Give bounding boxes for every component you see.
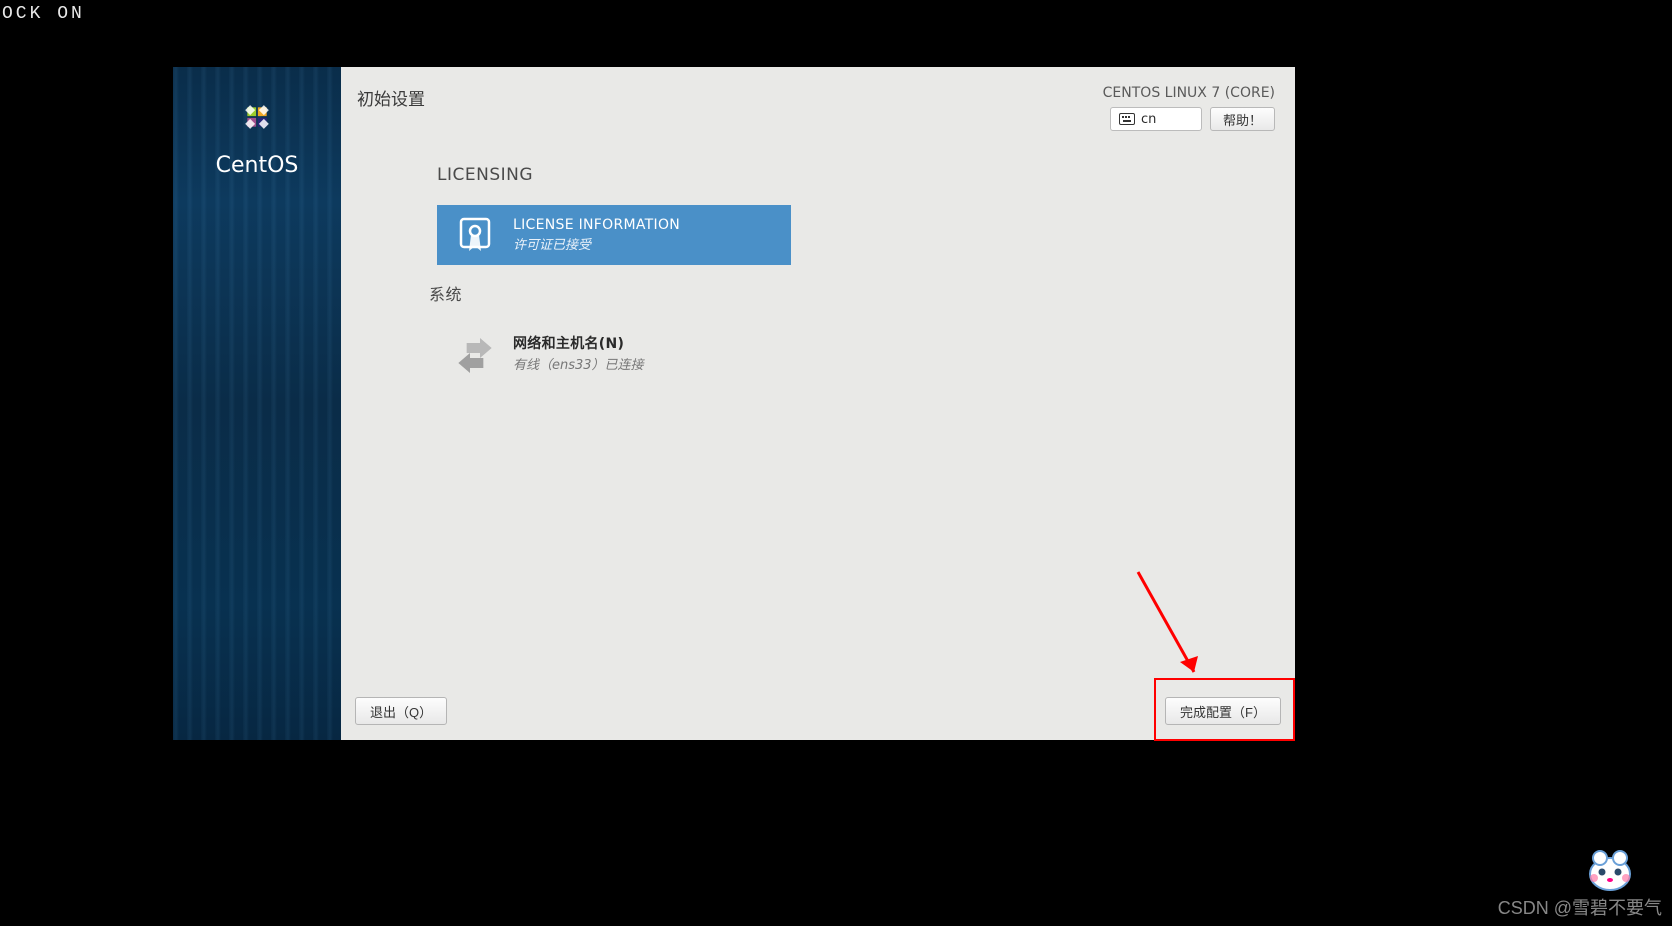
main-panel: 初始设置 CENTOS LINUX 7 (CORE) cn 帮助！ xyxy=(341,67,1295,740)
console-header-fragment: OCK ON xyxy=(2,4,85,24)
footer: 退出（Q） 完成配置（F） xyxy=(341,692,1295,740)
spoke-network-hostname[interactable]: 网络和主机名(N) 有线（ens33）已连接 xyxy=(437,323,791,383)
keyboard-layout-code: cn xyxy=(1141,112,1156,127)
mascot-icon xyxy=(1582,846,1638,892)
content-area: LICENSING LICENSE INFORMATION 许可证已接受 系统 xyxy=(341,135,1295,393)
section-title-licensing: LICENSING xyxy=(437,165,1277,185)
page-title: 初始设置 xyxy=(357,85,425,110)
spoke-license-title: LICENSE INFORMATION xyxy=(513,217,680,233)
watermark-text: CSDN @雪碧不要气 xyxy=(1498,894,1662,920)
initial-setup-window: CentOS 初始设置 CENTOS LINUX 7 (CORE) cn 帮助！ xyxy=(173,67,1295,740)
os-name-label: CENTOS LINUX 7 (CORE) xyxy=(1103,85,1275,101)
spoke-network-title: 网络和主机名(N) xyxy=(513,333,644,353)
quit-button[interactable]: 退出（Q） xyxy=(355,697,447,725)
spoke-license-information[interactable]: LICENSE INFORMATION 许可证已接受 xyxy=(437,205,791,265)
keyboard-layout-indicator[interactable]: cn xyxy=(1110,107,1202,131)
header: 初始设置 CENTOS LINUX 7 (CORE) cn 帮助！ xyxy=(341,67,1295,135)
help-button[interactable]: 帮助！ xyxy=(1210,107,1275,131)
centos-logo-icon xyxy=(235,95,279,139)
centos-brand-label: CentOS xyxy=(216,153,299,178)
spoke-network-status: 有线（ens33）已连接 xyxy=(513,354,644,373)
network-arrows-icon xyxy=(455,333,495,373)
keyboard-icon xyxy=(1119,113,1135,125)
certificate-icon xyxy=(455,215,495,255)
section-title-system: 系统 xyxy=(429,281,1277,305)
finish-configuration-button[interactable]: 完成配置（F） xyxy=(1165,697,1281,725)
sidebar: CentOS xyxy=(173,67,341,740)
spoke-license-status: 许可证已接受 xyxy=(513,234,680,253)
